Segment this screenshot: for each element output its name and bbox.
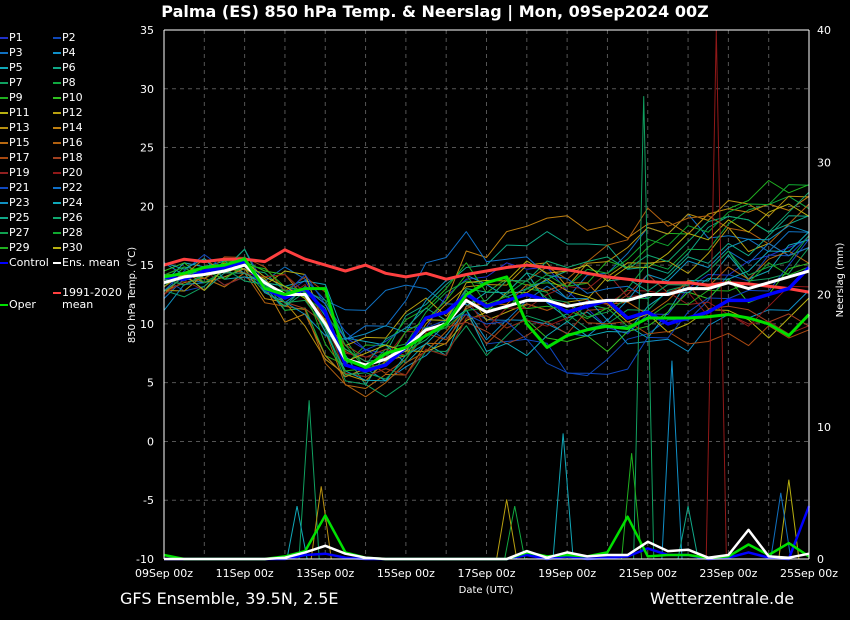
precip-spike-p9 bbox=[621, 453, 643, 560]
y-tick-label: 10 bbox=[140, 318, 154, 331]
x-axis-label: Date (UTC) bbox=[459, 585, 514, 596]
x-tick-label: 15Sep 00z bbox=[377, 567, 435, 580]
y2-tick-label: 40 bbox=[817, 24, 831, 37]
y-tick-label: 20 bbox=[140, 200, 154, 213]
precip-spike-p4 bbox=[661, 360, 683, 560]
x-tick-label: 25Sep 00z bbox=[780, 567, 838, 580]
y-axis-label: 850 hPa Temp. (°C) bbox=[127, 247, 138, 343]
x-tick-label: 21Sep 00z bbox=[619, 567, 677, 580]
footer-source: Wetterzentrale.de bbox=[650, 589, 795, 608]
y2-tick-label: 30 bbox=[817, 156, 831, 169]
y-tick-label: -10 bbox=[136, 553, 154, 566]
x-tick-label: 11Sep 00z bbox=[216, 567, 274, 580]
chart: 35 30 25 20 15 10 5 0 -5 -10 40 30 20 10 0 09Sep 00z 11S… bbox=[127, 24, 846, 596]
precip-spike-p24 bbox=[552, 433, 574, 560]
x-tick-label: 09Sep 00z bbox=[135, 567, 193, 580]
y-tick-label: 0 bbox=[147, 435, 154, 448]
y-tick-label: -5 bbox=[143, 494, 154, 507]
x-tick-label: 23Sep 00z bbox=[699, 567, 757, 580]
y2-axis-label: Neerslag (mm) bbox=[835, 242, 846, 317]
y-tick-label: 5 bbox=[147, 377, 154, 390]
x-tick-label: 19Sep 00z bbox=[538, 567, 596, 580]
x-tick-label: 13Sep 00z bbox=[296, 567, 354, 580]
y2-tick-label: 0 bbox=[817, 553, 824, 566]
x-tick-label: 17Sep 00z bbox=[458, 567, 516, 580]
precip-spike-p20 bbox=[705, 29, 727, 560]
footer-model-info: GFS Ensemble, 39.5N, 2.5E bbox=[120, 589, 339, 608]
y2-tick-label: 10 bbox=[817, 421, 831, 434]
y-tick-label: 15 bbox=[140, 259, 154, 272]
y-tick-label: 25 bbox=[140, 142, 154, 155]
y-tick-label: 35 bbox=[140, 24, 154, 37]
y2-tick-label: 20 bbox=[817, 289, 831, 302]
y-tick-label: 30 bbox=[140, 83, 154, 96]
precip-spike-p8 bbox=[504, 506, 526, 560]
